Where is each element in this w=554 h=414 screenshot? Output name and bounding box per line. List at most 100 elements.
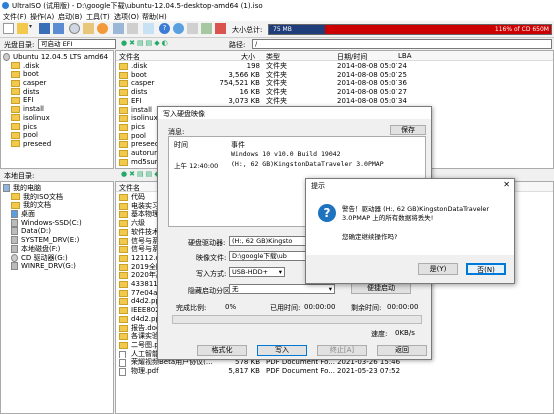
iso-tree-item[interactable]: dists <box>3 88 113 97</box>
iso-cell-date: 2014-08-08 05:07 <box>337 88 397 97</box>
menu-bar: 文件(F) 操作(A) 启动(B) 工具(T) 选项(O) 帮助(H) <box>0 11 554 21</box>
local-tree-item[interactable]: Windows-SSD(C:) <box>3 218 113 228</box>
folder-icon <box>119 132 128 140</box>
iso-row[interactable]: casper 754,521 KB 文件夹 2014-08-08 05:07 36 <box>116 79 553 88</box>
folder-icon <box>119 115 128 123</box>
iso-cell-lba: 27 <box>398 88 407 97</box>
col-lba[interactable]: LBA <box>398 52 412 60</box>
file-icon <box>119 368 126 376</box>
col-date[interactable]: 日期/时间 <box>337 52 367 62</box>
done-value: 0% <box>225 303 237 311</box>
iso-tree-item[interactable]: .disk <box>3 62 113 71</box>
save-icon[interactable] <box>39 23 50 34</box>
folder-icon <box>119 97 128 105</box>
write-button[interactable]: 写入 <box>257 345 307 356</box>
local-tree-item[interactable]: WINRE_DRV(G:) <box>3 262 113 271</box>
image-path-value: / <box>255 40 258 48</box>
burn-icon[interactable] <box>97 23 108 34</box>
write-method-select[interactable]: USB-HDD+ ▾ <box>229 267 285 277</box>
log-col-time: 时间 <box>174 141 188 149</box>
iso-tree-item[interactable]: EFI <box>3 96 113 105</box>
image-nav-icons[interactable]: ●✖▤▤◆◐ <box>121 39 170 47</box>
local-row[interactable]: 物理.pdf 5,817 KB PDF Document Fo... 2021-05-… <box>116 367 553 376</box>
yes-button[interactable]: 是(Y) <box>418 263 458 275</box>
drive-label: 硬盘驱动器: <box>188 239 226 247</box>
stop-button[interactable]: 终止[A] <box>317 345 367 356</box>
local-tree-root[interactable]: 我的电脑 <box>3 184 113 193</box>
iso-cell-size: 3,073 KB <box>228 96 260 105</box>
folder-icon <box>11 70 20 78</box>
folder-icon <box>119 106 128 114</box>
iso-tree-root[interactable]: Ubuntu 12.04.5 LTS amd64 <box>3 53 113 62</box>
local-tree-item[interactable]: 我的ISO文档 <box>3 193 113 202</box>
volume-label-field[interactable]: 可启动 EFI <box>38 39 116 49</box>
col-type[interactable]: 类型 <box>266 52 280 62</box>
iso-tree-item[interactable]: pool <box>3 131 113 140</box>
iso-tree-item[interactable]: boot <box>3 70 113 79</box>
close-icon[interactable]: ✕ <box>503 180 510 189</box>
help-icon[interactable]: ? <box>159 23 170 34</box>
back-button[interactable]: 返回 <box>377 345 427 356</box>
drive-select[interactable]: (H:, 62 GB)Kingsto <box>229 236 307 246</box>
extract-icon[interactable] <box>83 23 94 34</box>
iso-tree-item[interactable]: preseed <box>3 140 113 149</box>
folder-icon <box>119 80 128 88</box>
bootstrap-button[interactable]: 便捷启动 <box>351 283 411 294</box>
done-label: 完成比例: <box>176 304 207 312</box>
folder-icon <box>11 62 20 70</box>
image-file-field[interactable]: D:\google下载\ub <box>229 251 307 261</box>
local-tree-item[interactable]: SYSTEM_DRV(E:) <box>3 236 113 245</box>
iso-tree-item[interactable]: pics <box>3 123 113 132</box>
image-dir-label: 光盘目录: <box>4 41 35 49</box>
image-file-label: 映像文件: <box>196 254 227 262</box>
compress-icon[interactable] <box>127 23 138 34</box>
drive-icon <box>11 227 18 236</box>
iso-cell-lba: 36 <box>398 79 407 88</box>
local-tree-item[interactable]: Data(D:) <box>3 227 113 236</box>
save-as-icon[interactable] <box>53 23 64 34</box>
refresh-icon[interactable] <box>201 23 212 34</box>
col-size[interactable]: 大小 <box>241 52 255 62</box>
log-col-event: 事件 <box>231 141 245 149</box>
no-button[interactable]: 否(N) <box>466 263 506 275</box>
iso-tree-item[interactable]: casper <box>3 79 113 88</box>
capacity-used-value: 75 MB <box>273 26 292 33</box>
save-log-button[interactable]: 保存 <box>390 125 426 135</box>
col-filename[interactable]: 文件名 <box>119 52 140 62</box>
exit-icon[interactable] <box>215 23 226 34</box>
new-icon[interactable] <box>3 23 14 34</box>
iso-tree-item[interactable]: install <box>3 105 113 114</box>
confirm-title: 提示 <box>311 182 325 190</box>
iso-row[interactable]: dists 16 KB 文件夹 2014-08-08 05:07 27 <box>116 88 553 97</box>
folder-icon <box>119 89 128 97</box>
properties-icon[interactable] <box>143 23 154 34</box>
image-path-field[interactable]: / <box>252 39 552 49</box>
iso-row[interactable]: .disk 198 文件夹 2014-08-08 05:07 24 <box>116 62 553 71</box>
local-tree-item[interactable]: CD 驱动器(G:) <box>3 253 113 263</box>
open-dropdown-icon[interactable]: ▾ <box>29 23 35 34</box>
local-tree-item[interactable]: 本地磁盘(F:) <box>3 244 113 254</box>
iso-cell-size: 754,521 KB <box>219 79 260 88</box>
write-dialog-titlebar: 写入硬盘映像 <box>158 107 431 119</box>
iso-tree-item[interactable]: isolinux <box>3 114 113 123</box>
info-icon[interactable] <box>173 23 184 34</box>
cd-icon[interactable] <box>69 23 80 34</box>
drive-icon <box>11 236 18 245</box>
settings-icon[interactable] <box>187 23 198 34</box>
local-tree-item[interactable]: 桌面 <box>3 210 113 219</box>
toolbar: ▾ ? 大小总计: 75 MB 116% of CD 650M <box>0 21 554 38</box>
folder-icon <box>11 96 20 104</box>
iso-row[interactable]: EFI 3,073 KB 文件夹 2014-08-08 05:07 34 <box>116 97 553 106</box>
local-col-filename[interactable]: 文件名 <box>119 183 140 193</box>
open-icon[interactable] <box>17 23 28 34</box>
mount-icon[interactable] <box>113 23 124 34</box>
format-button[interactable]: 格式化 <box>197 345 247 356</box>
folder-icon <box>119 307 128 315</box>
iso-cell-type: 文件夹 <box>266 96 287 105</box>
app-icon <box>2 2 9 9</box>
local-tree-item[interactable]: 我的文档 <box>3 201 113 210</box>
iso-row[interactable]: boot 3,566 KB 文件夹 2014-08-08 05:07 25 <box>116 71 553 80</box>
hide-partition-select[interactable]: 无 ▾ <box>229 284 335 294</box>
folder-icon <box>11 140 20 148</box>
confirm-message: 警告！驱动器 (H:, 62 GB)KingstonDataTraveler 3… <box>342 205 490 222</box>
